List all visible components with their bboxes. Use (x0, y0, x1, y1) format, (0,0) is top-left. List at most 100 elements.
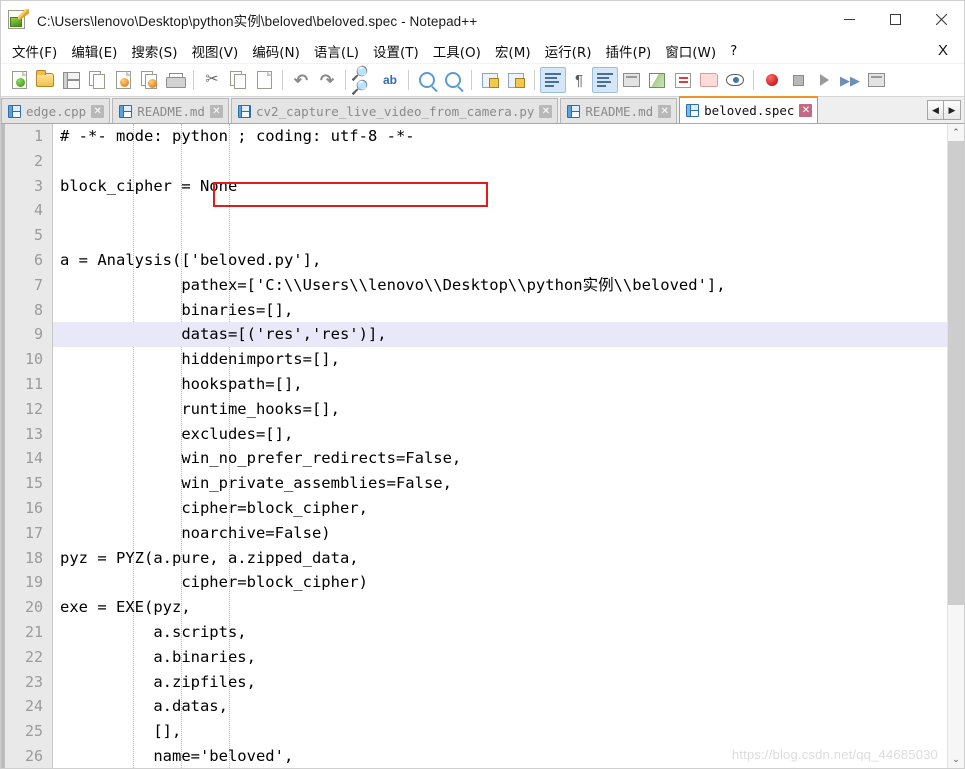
code-line[interactable]: cipher=block_cipher, (53, 496, 964, 521)
zoom-out-icon[interactable] (440, 67, 466, 93)
title-bar: C:\Users\lenovo\Desktop\python实例\beloved… (1, 1, 964, 38)
code-line[interactable]: a.binaries, (53, 645, 964, 670)
paste-icon[interactable] (251, 67, 277, 93)
menu-run[interactable]: 运行(R) (538, 38, 599, 64)
zoom-in-icon[interactable] (414, 67, 440, 93)
code-line[interactable]: datas=[('res','res')], (53, 322, 964, 348)
macro-save-icon[interactable] (863, 67, 889, 93)
close-button[interactable] (918, 1, 964, 38)
tab-readme-md-1[interactable]: README.md ✕ (112, 98, 229, 123)
code-line[interactable]: excludes=[], (53, 422, 964, 447)
undo-icon[interactable]: ↶ (288, 67, 314, 93)
code-line[interactable]: noarchive=False) (53, 521, 964, 546)
code-line[interactable]: a.datas, (53, 694, 964, 719)
code-canvas[interactable]: # -*- mode: python ; coding: utf-8 -*- bl… (53, 124, 964, 768)
tab-close-icon[interactable]: ✕ (799, 103, 813, 117)
maximize-button[interactable] (872, 1, 918, 38)
tab-close-icon[interactable]: ✕ (658, 104, 672, 118)
tab-close-icon[interactable]: ✕ (91, 104, 105, 118)
menu-settings[interactable]: 设置(T) (366, 38, 426, 64)
menu-file[interactable]: 文件(F) (5, 38, 64, 64)
code-line[interactable]: hookspath=[], (53, 372, 964, 397)
indent-guide-icon[interactable] (592, 67, 618, 93)
line-number: 14 (24, 449, 43, 468)
watermark-text: https://blog.csdn.net/qq_44685030 (731, 747, 938, 762)
new-file-icon[interactable] (6, 67, 32, 93)
menu-macro[interactable]: 宏(M) (488, 38, 538, 64)
copy-icon[interactable] (225, 67, 251, 93)
scrollbar-track[interactable] (948, 141, 964, 751)
menu-edit[interactable]: 编辑(E) (64, 38, 124, 64)
menu-plugins[interactable]: 插件(P) (599, 38, 659, 64)
menu-help[interactable]: ? (723, 40, 744, 62)
menu-window[interactable]: 窗口(W) (658, 38, 723, 64)
tab-cv2-capture-live-video-from-camera-py[interactable]: cv2_capture_live_video_from_camera.py ✕ (230, 98, 559, 123)
sync-h-scroll-icon[interactable] (503, 67, 529, 93)
code-line[interactable]: pathex=['C:\\Users\\lenovo\\Desktop\\pyt… (53, 273, 964, 298)
code-line[interactable] (53, 198, 964, 223)
close-all-files-icon[interactable] (136, 67, 162, 93)
code-line[interactable] (53, 223, 964, 248)
minimize-button[interactable] (826, 1, 872, 38)
fold-margin (1, 124, 5, 768)
tab-close-icon[interactable]: ✕ (209, 104, 223, 118)
monitoring-icon[interactable] (722, 67, 748, 93)
save-all-icon[interactable] (84, 67, 110, 93)
tab-close-icon[interactable]: ✕ (539, 104, 553, 118)
macro-play-icon[interactable] (811, 67, 837, 93)
code-line[interactable]: binaries=[], (53, 298, 964, 323)
ui-userdefined-icon[interactable] (618, 67, 644, 93)
folder-workspace-icon[interactable] (696, 67, 722, 93)
document-map-icon[interactable] (644, 67, 670, 93)
open-file-icon[interactable] (32, 67, 58, 93)
code-line[interactable]: exe = EXE(pyz, (53, 595, 964, 620)
cut-icon[interactable]: ✂ (199, 67, 225, 93)
code-line[interactable]: cipher=block_cipher) (53, 570, 964, 595)
show-all-chars-icon[interactable]: ¶ (566, 67, 592, 93)
save-icon[interactable] (58, 67, 84, 93)
menu-search[interactable]: 搜索(S) (124, 38, 184, 64)
code-line[interactable]: a.scripts, (53, 620, 964, 645)
code-line[interactable]: win_no_prefer_redirects=False, (53, 446, 964, 471)
line-number: 11 (24, 374, 43, 393)
code-line[interactable] (53, 149, 964, 174)
menu-language[interactable]: 语言(L) (307, 38, 366, 64)
code-line[interactable]: a.zipfiles, (53, 670, 964, 695)
macro-stop-icon[interactable] (785, 67, 811, 93)
code-line[interactable]: runtime_hooks=[], (53, 397, 964, 422)
vertical-scrollbar[interactable]: ⌃ ⌄ (947, 124, 964, 768)
menu-encoding[interactable]: 编码(N) (245, 38, 307, 64)
scroll-up-icon[interactable]: ⌃ (948, 124, 964, 141)
find-icon[interactable]: 🔎🔎 (351, 66, 377, 94)
function-list-icon[interactable] (670, 67, 696, 93)
code-line[interactable]: hiddenimports=[], (53, 347, 964, 372)
scroll-down-icon[interactable]: ⌄ (948, 751, 964, 768)
tab-scroll-right-icon[interactable]: ▶ (944, 100, 961, 120)
sync-v-scroll-icon[interactable] (477, 67, 503, 93)
code-line[interactable]: pyz = PYZ(a.pure, a.zipped_data, (53, 546, 964, 571)
code-line[interactable]: # -*- mode: python ; coding: utf-8 -*- (53, 124, 964, 149)
close-file-icon[interactable] (110, 67, 136, 93)
tab-beloved-spec[interactable]: beloved.spec ✕ (679, 96, 819, 123)
code-line[interactable]: [], (53, 719, 964, 744)
menu-view[interactable]: 视图(V) (185, 38, 246, 64)
redo-icon[interactable]: ↷ (314, 67, 340, 93)
code-line[interactable]: win_private_assemblies=False, (53, 471, 964, 496)
tab-label: README.md (137, 103, 205, 119)
close-document-button[interactable]: X (932, 42, 954, 59)
code-line-text: cipher=block_cipher, (60, 498, 368, 517)
replace-icon[interactable]: ab (377, 67, 403, 93)
menu-tools[interactable]: 工具(O) (426, 38, 488, 64)
tab-edge-cpp[interactable]: edge.cpp ✕ (1, 98, 111, 123)
macro-runmulti-icon[interactable]: ▶▶ (837, 67, 863, 93)
word-wrap-icon[interactable] (540, 67, 566, 93)
code-line[interactable]: block_cipher = None (53, 174, 964, 199)
tab-readme-md-2[interactable]: README.md ✕ (560, 98, 678, 123)
tab-scroll-left-icon[interactable]: ◀ (927, 100, 944, 120)
code-line-text: a = Analysis(['beloved.py'], (60, 250, 322, 269)
code-line[interactable]: a = Analysis(['beloved.py'], (53, 248, 964, 273)
print-icon[interactable] (162, 67, 188, 93)
scrollbar-thumb[interactable] (948, 141, 964, 605)
file-icon (8, 104, 21, 118)
macro-record-icon[interactable] (759, 67, 785, 93)
